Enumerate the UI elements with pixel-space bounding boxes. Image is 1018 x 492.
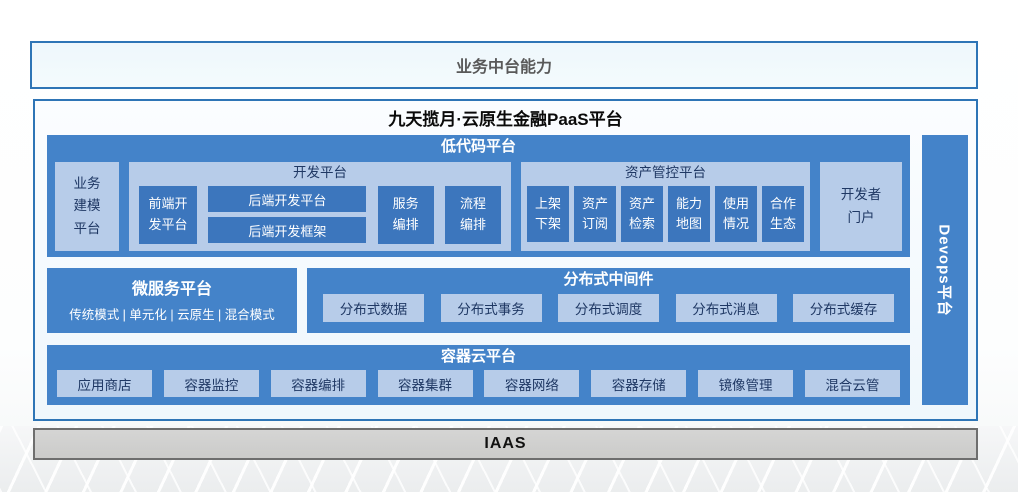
- distributed-middleware-panel: 分布式中间件 分布式数据分布式事务分布式调度分布式消息分布式缓存: [307, 268, 910, 333]
- asset-capability-box: 上架下架: [527, 186, 569, 242]
- lowcode-platform-title: 低代码平台: [47, 135, 910, 157]
- devops-platform-label: Devops平台: [935, 224, 956, 316]
- container-capability-chip: 混合云管: [805, 370, 900, 397]
- backend-column: 后端开发平台 后端开发框架: [208, 186, 366, 243]
- lowcode-platform-panel: 低代码平台 业务建模平台 开发平台 前端开发平台 后端开发平台 后端开发框架 服…: [47, 135, 910, 257]
- developer-portal-box: 开发者门户: [820, 162, 902, 251]
- dev-platform-group: 开发平台 前端开发平台 后端开发平台 后端开发框架 服务编排 流程编排: [129, 162, 511, 251]
- architecture-diagram: 业务中台能力 九天揽月·云原生金融PaaS平台 低代码平台 业务建模平台 开发平…: [0, 0, 1018, 492]
- container-cloud-row: 应用商店容器监控容器编排容器集群容器网络容器存储镜像管理混合云管: [47, 370, 910, 397]
- process-orchestration-box: 流程编排: [445, 186, 501, 244]
- container-capability-chip: 容器集群: [378, 370, 473, 397]
- container-capability-chip: 应用商店: [57, 370, 152, 397]
- dev-platform-title: 开发平台: [129, 164, 511, 182]
- lowcode-content-row: 业务建模平台 开发平台 前端开发平台 后端开发平台 后端开发框架 服务编排 流程…: [47, 162, 910, 251]
- middleware-chip: 分布式消息: [676, 294, 777, 322]
- microservice-platform-title: 微服务平台: [47, 275, 297, 299]
- iaas-bar: IAAS: [33, 428, 978, 460]
- paas-platform-title: 九天揽月·云原生金融PaaS平台: [35, 105, 976, 130]
- asset-control-platform-group: 资产管控平台 上架下架资产订阅资产检索能力地图使用情况合作生态: [521, 162, 810, 251]
- business-modeling-platform-box: 业务建模平台: [55, 162, 119, 251]
- container-capability-chip: 容器存储: [591, 370, 686, 397]
- distributed-middleware-title: 分布式中间件: [307, 268, 910, 290]
- asset-capability-box: 合作生态: [762, 186, 804, 242]
- container-capability-chip: 容器网络: [484, 370, 579, 397]
- frontend-dev-platform-box: 前端开发平台: [139, 186, 197, 244]
- middleware-chip: 分布式事务: [441, 294, 542, 322]
- asset-capability-box: 资产订阅: [574, 186, 616, 242]
- container-cloud-panel: 容器云平台 应用商店容器监控容器编排容器集群容器网络容器存储镜像管理混合云管: [47, 345, 910, 405]
- backend-dev-framework-box: 后端开发框架: [208, 217, 366, 243]
- middleware-chip: 分布式缓存: [793, 294, 894, 322]
- business-midplatform-banner: 业务中台能力: [30, 41, 978, 89]
- business-midplatform-label: 业务中台能力: [456, 53, 552, 77]
- devops-platform-bar: Devops平台: [922, 135, 968, 405]
- middleware-row: 分布式数据分布式事务分布式调度分布式消息分布式缓存: [307, 294, 910, 322]
- asset-control-platform-title: 资产管控平台: [521, 164, 810, 182]
- paas-platform-panel: 九天揽月·云原生金融PaaS平台 低代码平台 业务建模平台 开发平台 前端开发平…: [33, 99, 978, 421]
- container-capability-chip: 容器监控: [164, 370, 259, 397]
- container-capability-chip: 镜像管理: [698, 370, 793, 397]
- iaas-label: IAAS: [484, 435, 526, 453]
- asset-control-row: 上架下架资产订阅资产检索能力地图使用情况合作生态: [521, 186, 810, 242]
- asset-capability-box: 资产检索: [621, 186, 663, 242]
- container-capability-chip: 容器编排: [271, 370, 366, 397]
- backend-dev-platform-box: 后端开发平台: [208, 186, 366, 212]
- asset-capability-box: 能力地图: [668, 186, 710, 242]
- middleware-chip: 分布式数据: [323, 294, 424, 322]
- service-orchestration-box: 服务编排: [378, 186, 434, 244]
- dev-platform-row: 前端开发平台 后端开发平台 后端开发框架 服务编排 流程编排: [129, 186, 511, 244]
- asset-capability-box: 使用情况: [715, 186, 757, 242]
- microservice-modes-label: 传统模式 | 单元化 | 云原生 | 混合模式: [47, 304, 297, 323]
- microservice-platform-panel: 微服务平台 传统模式 | 单元化 | 云原生 | 混合模式: [47, 268, 297, 333]
- container-cloud-title: 容器云平台: [47, 345, 910, 367]
- middleware-chip: 分布式调度: [558, 294, 659, 322]
